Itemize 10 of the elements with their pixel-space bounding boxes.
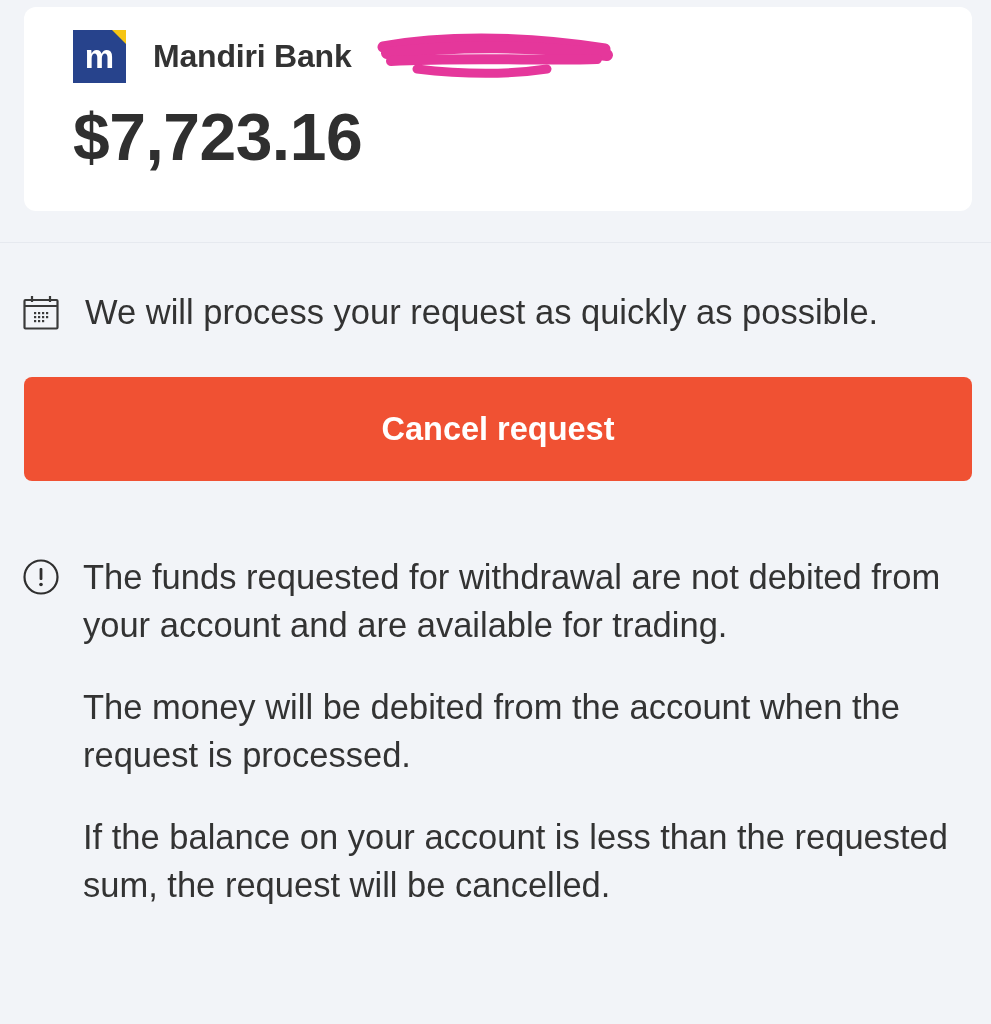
bank-logo: m — [73, 30, 126, 83]
exclamation-icon — [23, 559, 59, 595]
calendar-icon — [23, 295, 59, 330]
info-paragraph: The funds requested for withdrawal are not debited from your account and are available for trading. — [83, 557, 942, 646]
bank-name: Mandiri Bank — [153, 38, 352, 75]
info-paragraph: If the balance on your account is less than the requested sum, the request will be cancelled. — [83, 817, 949, 906]
info-paragraph: The money will be debited from the account when the request is processed. — [83, 687, 901, 776]
cancel-request-button[interactable]: Cancel request — [24, 377, 972, 481]
balance-amount: $7,723.16 — [73, 103, 364, 173]
notice-text: We will process your request as quickly as possible. — [85, 293, 879, 332]
